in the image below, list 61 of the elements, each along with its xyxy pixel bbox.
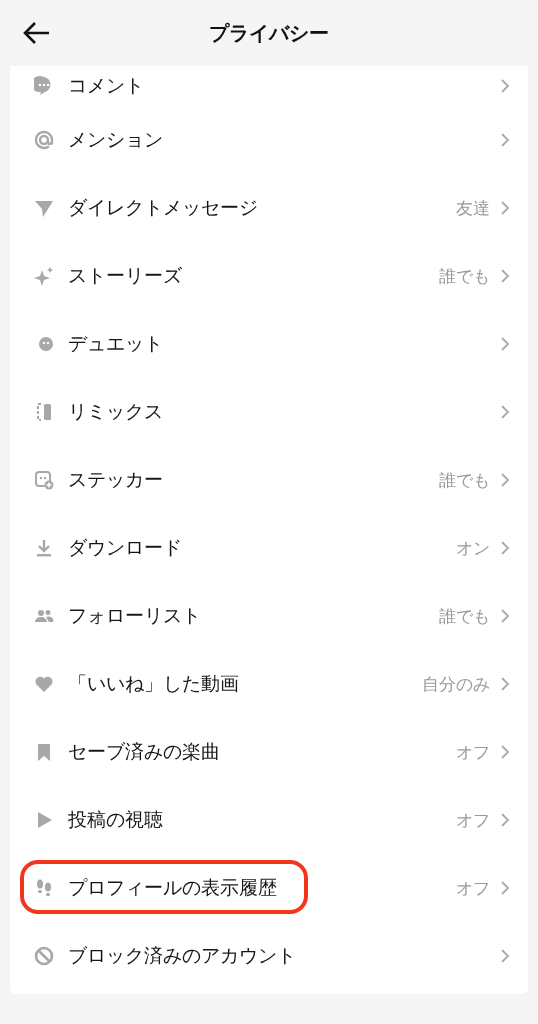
footprints-icon xyxy=(34,878,54,898)
row-value: 誰でも xyxy=(439,604,490,628)
chevron-icon xyxy=(500,132,510,148)
chevron-icon xyxy=(500,404,510,420)
row-value: 誰でも xyxy=(439,468,490,492)
settings-row[interactable]: コメント xyxy=(10,66,528,106)
chevron-icon xyxy=(500,744,510,760)
row-label: ステッカー xyxy=(68,467,163,492)
settings-row[interactable]: ストーリーズ 誰でも xyxy=(10,242,528,310)
row-label: 「いいね」した動画 xyxy=(68,671,239,696)
chevron-icon xyxy=(500,540,510,556)
settings-row[interactable]: ステッカー 誰でも xyxy=(10,446,528,514)
split-frame-icon xyxy=(34,402,54,422)
chevron-icon xyxy=(500,676,510,692)
settings-row[interactable]: ダイレクトメッセージ 友達 xyxy=(10,174,528,242)
settings-row[interactable]: セーブ済みの楽曲 オフ xyxy=(10,718,528,786)
row-label: セーブ済みの楽曲 xyxy=(68,739,220,764)
page-title: プライバシー xyxy=(209,19,329,47)
row-label: ダウンロード xyxy=(68,535,182,560)
chevron-icon xyxy=(500,200,510,216)
chevron-icon xyxy=(500,948,510,964)
chevron-icon xyxy=(500,472,510,488)
row-value: 友達 xyxy=(456,196,490,220)
chevron-icon xyxy=(500,268,510,284)
row-value: 自分のみ xyxy=(422,672,490,696)
row-value: オン xyxy=(456,536,490,560)
row-label: デュエット xyxy=(68,331,163,356)
row-value: オフ xyxy=(456,740,490,764)
settings-row[interactable]: 「いいね」した動画 自分のみ xyxy=(10,650,528,718)
at-sign-icon xyxy=(34,130,54,150)
row-label: コメント xyxy=(68,73,144,98)
row-label: フォローリスト xyxy=(68,603,201,628)
row-value: オフ xyxy=(456,808,490,832)
settings-row[interactable]: デュエット xyxy=(10,310,528,378)
chevron-icon xyxy=(500,880,510,896)
row-label: ストーリーズ xyxy=(68,263,182,288)
row-value: オフ xyxy=(456,876,490,900)
row-label: リミックス xyxy=(68,399,163,424)
chevron-icon xyxy=(500,78,510,94)
row-label: メンション xyxy=(68,127,163,152)
block-icon xyxy=(34,946,54,966)
heart-icon xyxy=(34,674,54,694)
settings-row[interactable]: ブロック済みのアカウント xyxy=(10,922,528,990)
chevron-icon xyxy=(500,812,510,828)
sparkle-icon xyxy=(34,266,54,286)
row-value: 誰でも xyxy=(439,264,490,288)
settings-row[interactable]: 投稿の視聴 オフ xyxy=(10,786,528,854)
download-icon xyxy=(34,538,54,558)
row-label: 投稿の視聴 xyxy=(68,807,163,832)
row-label: ダイレクトメッセージ xyxy=(68,195,258,220)
sticker-icon xyxy=(34,470,54,490)
chevron-icon xyxy=(500,336,510,352)
settings-row[interactable]: プロフィールの表示履歴 オフ xyxy=(10,854,528,922)
row-label: プロフィールの表示履歴 xyxy=(68,875,277,900)
settings-row[interactable]: フォローリスト 誰でも xyxy=(10,582,528,650)
settings-row[interactable]: メンション xyxy=(10,106,528,174)
chevron-icon xyxy=(500,608,510,624)
settings-row[interactable]: リミックス xyxy=(10,378,528,446)
settings-row[interactable]: ダウンロード オン xyxy=(10,514,528,582)
back-arrow-icon[interactable] xyxy=(22,21,50,45)
row-label: ブロック済みのアカウント xyxy=(68,943,296,968)
